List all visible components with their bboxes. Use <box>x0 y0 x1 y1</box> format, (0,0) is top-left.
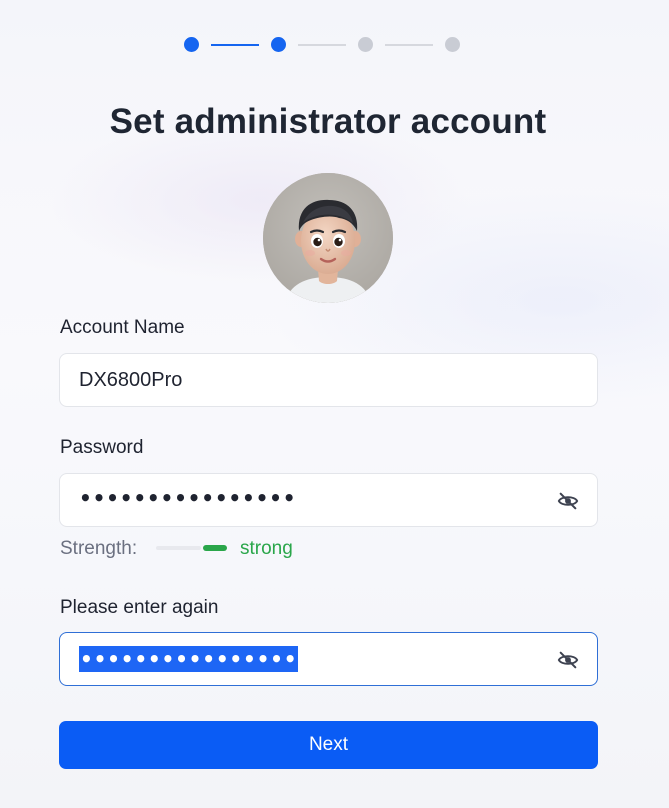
user-avatar-icon <box>263 173 393 303</box>
step-1-connector <box>211 44 259 46</box>
eye-off-icon[interactable] <box>557 649 579 671</box>
step-2-connector <box>298 44 346 46</box>
password-strength: Strength: strong <box>60 537 460 561</box>
confirm-password-input[interactable]: •••••••••••••••• <box>59 632 598 686</box>
password-value: •••••••••••••••• <box>79 486 297 510</box>
step-1-dot <box>184 37 199 52</box>
eye-off-icon[interactable] <box>557 490 579 512</box>
confirm-password-value: •••••••••••••••• <box>79 646 299 672</box>
strength-label: Strength: <box>60 538 138 559</box>
account-name-label: Account Name <box>60 317 185 338</box>
account-name-value: DX6800Pro <box>79 369 183 391</box>
strength-meter-fill <box>203 545 227 551</box>
password-input[interactable]: •••••••••••••••• <box>59 473 598 527</box>
step-3-connector <box>385 44 433 46</box>
account-name-input[interactable]: DX6800Pro <box>59 353 598 407</box>
next-button[interactable]: Next <box>59 721 598 769</box>
confirm-password-label: Please enter again <box>60 597 219 618</box>
strength-value: strong <box>240 538 293 559</box>
step-progress <box>0 36 669 54</box>
step-3-dot <box>358 37 373 52</box>
avatar[interactable] <box>263 173 393 303</box>
step-4-dot <box>445 37 460 52</box>
page-title: Set administrator account <box>109 102 547 141</box>
step-2-dot <box>271 37 286 52</box>
strength-track <box>156 546 201 550</box>
password-label: Password <box>60 437 144 458</box>
